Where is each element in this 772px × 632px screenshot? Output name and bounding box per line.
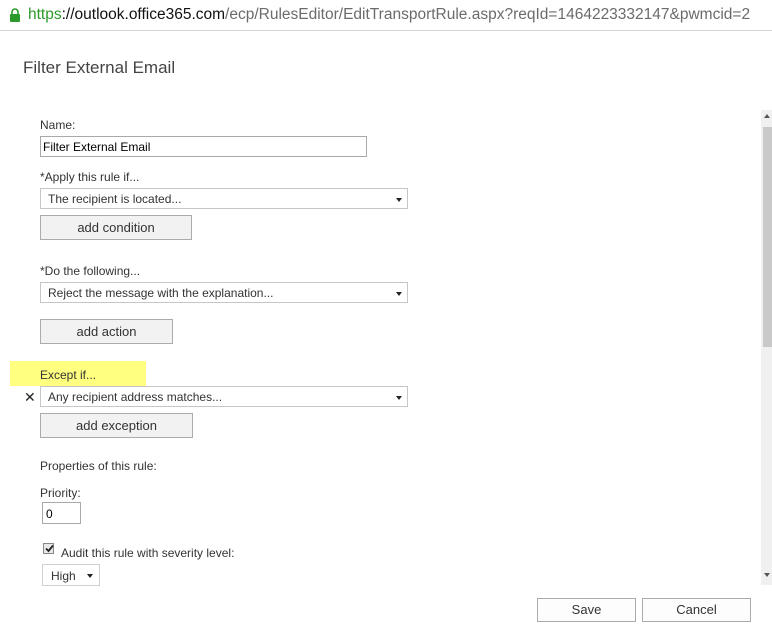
name-label: Name: xyxy=(40,118,76,132)
apply-rule-label: *Apply this rule if... xyxy=(40,170,140,184)
audit-label: Audit this rule with severity level: xyxy=(61,546,235,560)
dialog-title: Filter External Email xyxy=(23,58,176,77)
priority-label: Priority: xyxy=(40,486,81,500)
chevron-down-icon xyxy=(396,198,402,202)
condition-select-value: The recipient is located... xyxy=(48,192,182,206)
action-select[interactable]: Reject the message with the explanation.… xyxy=(40,282,408,303)
do-following-label: *Do the following... xyxy=(40,264,141,278)
address-bar[interactable]: https://outlook.office365.com/ecp/RulesE… xyxy=(0,0,772,31)
scroll-down-icon[interactable] xyxy=(764,573,770,577)
chevron-down-icon xyxy=(396,292,402,296)
save-button[interactable]: Save xyxy=(537,598,636,622)
exception-select-value: Any recipient address matches... xyxy=(48,390,223,404)
name-input[interactable]: Filter External Email xyxy=(40,136,367,157)
scrollbar-thumb[interactable] xyxy=(763,127,772,347)
chevron-down-icon xyxy=(87,574,93,578)
properties-label: Properties of this rule: xyxy=(40,459,157,473)
add-action-button[interactable]: add action xyxy=(40,319,173,344)
severity-select-value: High xyxy=(51,569,76,583)
condition-select[interactable]: The recipient is located... xyxy=(40,188,408,209)
audit-checkbox[interactable] xyxy=(43,543,54,554)
url-text: https://outlook.office365.com/ecp/RulesE… xyxy=(28,6,751,23)
action-select-value: Reject the message with the explanation.… xyxy=(48,286,274,300)
scroll-up-icon[interactable] xyxy=(764,114,770,118)
except-if-label: Except if... xyxy=(40,368,97,382)
severity-select[interactable]: High xyxy=(42,564,100,586)
remove-exception-icon[interactable]: ✕ xyxy=(24,389,36,406)
add-condition-button[interactable]: add condition xyxy=(40,215,192,240)
checkmark-icon xyxy=(45,544,54,553)
priority-input[interactable]: 0 xyxy=(42,502,81,524)
lock-icon xyxy=(10,8,20,22)
exception-select[interactable]: Any recipient address matches... xyxy=(40,386,408,407)
cancel-button[interactable]: Cancel xyxy=(642,598,751,622)
add-exception-button[interactable]: add exception xyxy=(40,413,193,438)
chevron-down-icon xyxy=(396,396,402,400)
